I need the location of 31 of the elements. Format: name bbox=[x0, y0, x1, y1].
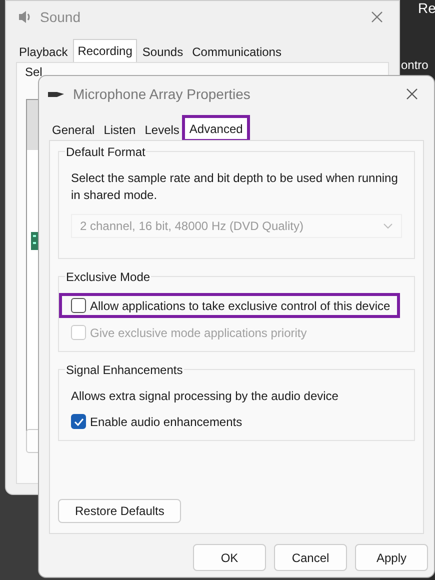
checkbox[interactable] bbox=[71, 414, 86, 429]
tab[interactable]: Levels bbox=[140, 119, 184, 140]
tab[interactable]: Advanced bbox=[184, 117, 248, 140]
close-icon[interactable] bbox=[371, 11, 383, 23]
dialog-button[interactable]: Cancel bbox=[274, 544, 347, 571]
tab[interactable]: Sounds bbox=[138, 41, 188, 62]
window-title: Sound bbox=[40, 9, 80, 25]
group-title: Exclusive Mode bbox=[65, 270, 152, 284]
description-text: Allows extra signal processing by the audio device bbox=[71, 388, 340, 405]
group-title: Signal Enhancements bbox=[65, 363, 184, 377]
tab[interactable]: Communications bbox=[188, 41, 286, 62]
checkbox-option[interactable]: Enable audio enhancements bbox=[67, 411, 246, 432]
tab[interactable]: General bbox=[48, 119, 99, 140]
chevron-down-icon bbox=[383, 223, 393, 229]
window-title: Re bbox=[418, 0, 435, 16]
instruction-text: Sel bbox=[25, 66, 42, 79]
dialog-button[interactable]: OK bbox=[193, 544, 266, 571]
tab[interactable]: Listen bbox=[100, 119, 140, 140]
description-text: Select the sample rate and bit depth to be used when running in shared mode. bbox=[71, 170, 399, 204]
dialog-button[interactable]: Apply bbox=[355, 544, 428, 571]
tab[interactable]: Playback bbox=[15, 41, 72, 62]
tab[interactable]: Recording bbox=[72, 39, 138, 62]
close-icon[interactable] bbox=[406, 88, 418, 100]
checkbox-option[interactable]: Allow applications to take exclusive control of this device bbox=[61, 295, 398, 316]
checkmark-icon bbox=[74, 418, 84, 426]
speaker-icon bbox=[16, 9, 32, 25]
panel-label: ontro bbox=[401, 58, 428, 72]
group-title: Default Format bbox=[65, 145, 146, 159]
window-title: Microphone Array Properties bbox=[73, 86, 250, 102]
restore-defaults-button[interactable]: Restore Defaults bbox=[58, 499, 182, 523]
checkbox[interactable] bbox=[71, 298, 86, 313]
